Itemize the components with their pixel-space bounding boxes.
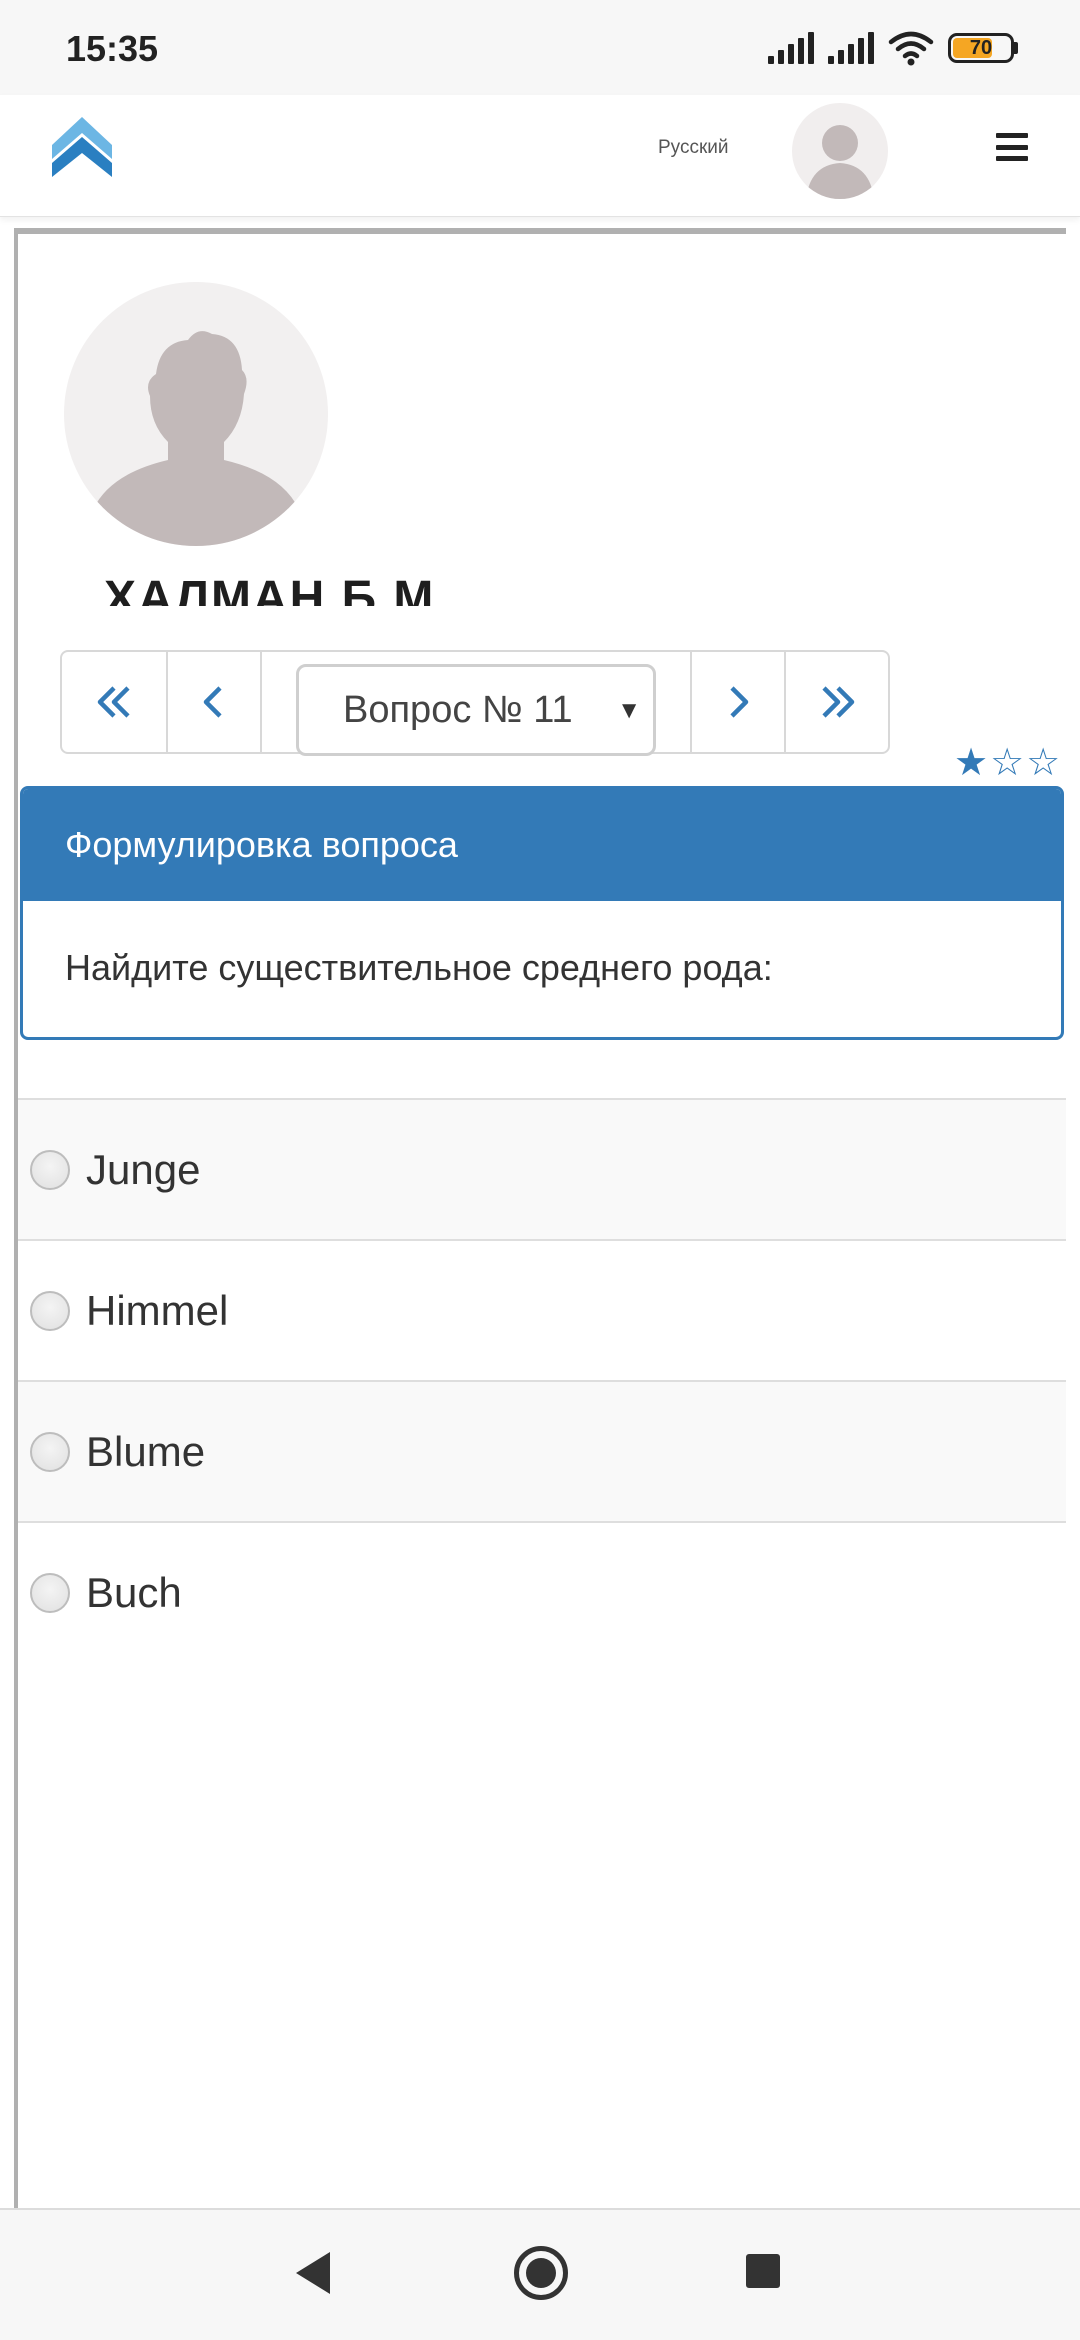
double-chevron-left-icon <box>97 686 130 718</box>
radio-button[interactable] <box>30 1431 70 1472</box>
battery-icon: 70 <box>948 33 1018 63</box>
star-empty-icon: ☆ <box>1026 742 1061 784</box>
top-nav: Русский <box>0 95 1080 217</box>
question-select-value: Вопрос № 11 <box>343 688 573 731</box>
battery-level: 70 <box>969 36 993 59</box>
answer-list: Junge Himmel Blume Buch <box>18 1098 1066 1662</box>
double-chevron-right-icon <box>822 686 855 718</box>
radio-button[interactable] <box>30 1149 70 1190</box>
next-question-button[interactable] <box>690 652 784 752</box>
answer-label: Blume <box>86 1427 206 1475</box>
answer-option[interactable]: Himmel <box>18 1239 1066 1380</box>
status-bar: 15:35 70 <box>0 0 1080 95</box>
radio-button[interactable] <box>30 1572 70 1613</box>
difficulty-rating: ★ ☆ ☆ <box>954 744 1060 782</box>
answer-option[interactable]: Buch <box>18 1521 1066 1662</box>
home-icon[interactable] <box>514 2246 568 2300</box>
profile-avatar <box>64 282 328 546</box>
status-icons: 70 <box>768 30 1018 66</box>
chevron-right-icon <box>730 686 749 718</box>
logo-icon[interactable] <box>50 115 114 179</box>
chevron-left-icon <box>203 686 222 718</box>
wifi-icon <box>888 31 934 66</box>
hamburger-menu-icon[interactable] <box>996 133 1028 161</box>
recent-apps-icon[interactable] <box>746 2254 780 2288</box>
question-text: Найдите существительное среднего рода: <box>65 947 773 988</box>
star-filled-icon: ★ <box>954 742 989 784</box>
signal-icon <box>768 32 814 64</box>
back-icon[interactable] <box>296 2252 330 2294</box>
question-header: Формулировка вопроса <box>23 789 1061 901</box>
status-time: 15:35 <box>66 28 159 69</box>
answer-option[interactable]: Blume <box>18 1380 1066 1521</box>
avatar[interactable] <box>792 103 888 199</box>
user-name: ХАЛМАН Б.М. <box>104 572 451 606</box>
question-select[interactable]: Вопрос № 11 ▼ <box>296 664 656 756</box>
system-nav-bar <box>0 2210 1080 2340</box>
last-question-button[interactable] <box>784 652 890 752</box>
answer-label: Himmel <box>86 1286 229 1334</box>
answer-option[interactable]: Junge <box>18 1098 1066 1239</box>
prev-question-button[interactable] <box>168 652 262 752</box>
answer-label: Junge <box>86 1145 201 1193</box>
answer-label: Buch <box>86 1568 182 1616</box>
question-panel: Формулировка вопроса Найдите существител… <box>20 786 1064 1040</box>
radio-button[interactable] <box>30 1290 70 1331</box>
language-switcher[interactable]: Русский <box>658 137 729 159</box>
signal-icon <box>828 32 874 64</box>
first-question-button[interactable] <box>62 652 168 752</box>
caret-down-icon: ▼ <box>617 697 641 724</box>
star-empty-icon: ☆ <box>990 742 1025 784</box>
content-frame: ХАЛМАН Б.М. Вопрос № 11 ▼ ★ ☆ ☆ Формулиров… <box>14 228 1066 2208</box>
